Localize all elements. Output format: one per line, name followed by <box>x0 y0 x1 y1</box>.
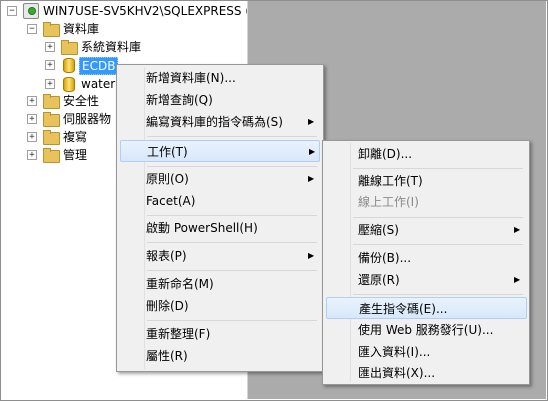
menu-item-label: 離線工作(T) <box>358 174 423 188</box>
menu-separator <box>353 168 523 169</box>
menu-item-policies[interactable]: 原則(O) ▶ <box>120 168 318 190</box>
menu-item-script-database-as[interactable]: 編寫資料庫的指令碼為(S) ▶ <box>120 111 318 133</box>
databases-label: 資料庫 <box>63 22 100 36</box>
tasks-submenu: 卸離(D)... 離線工作(T) 線上工作(I) 壓縮(S) ▶ 備份(B)..… <box>322 140 530 385</box>
management-label: 管理 <box>63 148 88 162</box>
menu-item-tasks[interactable]: 工作(T) ▶ <box>120 140 320 162</box>
menu-item-label: Facet(A) <box>146 194 196 208</box>
submenu-item-take-offline[interactable]: 離線工作(T) <box>326 170 524 192</box>
expand-toggle[interactable]: + <box>45 42 55 52</box>
menu-item-label: 線上工作(I) <box>358 195 419 209</box>
menu-separator <box>147 242 317 243</box>
menu-item-label: 工作(T) <box>147 145 188 159</box>
menu-item-facets[interactable]: Facet(A) <box>120 190 318 212</box>
server-icon <box>23 3 39 19</box>
submenu-item-bring-online[interactable]: 線上工作(I) <box>326 191 524 213</box>
submenu-arrow-icon: ▶ <box>308 117 315 126</box>
submenu-arrow-icon: ▶ <box>308 251 315 260</box>
context-menu: 新增資料庫(N)... 新增查詢(Q) 編寫資料庫的指令碼為(S) ▶ 工作(T… <box>116 64 324 372</box>
menu-item-label: 還原(R) <box>358 273 400 287</box>
submenu-arrow-icon: ▶ <box>308 174 315 183</box>
menu-item-label: 啟動 PowerShell(H) <box>146 221 258 235</box>
menu-item-label: 報表(P) <box>146 249 187 263</box>
server-label: WIN7USE-SV5KHV2\SQLEXPRESS (S <box>43 4 248 18</box>
menu-separator <box>353 294 523 295</box>
folder-icon <box>43 148 60 163</box>
menu-item-delete[interactable]: 刪除(D) <box>120 295 318 317</box>
expand-toggle[interactable]: + <box>45 60 55 70</box>
expand-toggle[interactable]: + <box>27 132 37 142</box>
menu-separator <box>353 244 523 245</box>
tree-node-server[interactable]: − WIN7USE-SV5KHV2\SQLEXPRESS (S <box>7 2 248 20</box>
folder-icon <box>61 40 78 55</box>
expand-toggle[interactable]: + <box>27 96 37 106</box>
tree-node-databases[interactable]: − 資料庫 <box>27 20 227 38</box>
menu-item-rename[interactable]: 重新命名(M) <box>120 273 318 295</box>
menu-item-label: 原則(O) <box>146 172 189 186</box>
expand-toggle[interactable]: + <box>27 114 37 124</box>
menu-item-label: 編寫資料庫的指令碼為(S) <box>146 115 283 129</box>
submenu-arrow-icon: ▶ <box>309 147 316 156</box>
menu-item-label: 新增資料庫(N)... <box>146 71 236 85</box>
folder-icon <box>43 94 60 109</box>
database-icon <box>63 77 75 92</box>
folder-icon <box>43 112 60 127</box>
expand-toggle[interactable]: + <box>27 150 37 160</box>
menu-item-label: 產生指令碼(E)... <box>359 302 448 316</box>
menu-item-properties[interactable]: 屬性(R) <box>120 345 318 367</box>
submenu-arrow-icon: ▶ <box>514 275 521 284</box>
menu-item-label: 匯入資料(I)... <box>358 345 431 359</box>
folder-icon <box>43 22 60 37</box>
tree-node-system-databases[interactable]: + 系統資料庫 <box>45 38 245 56</box>
submenu-item-publish-web-service[interactable]: 使用 Web 服務發行(U)... <box>326 319 524 341</box>
menu-separator <box>147 270 317 271</box>
submenu-arrow-icon: ▶ <box>514 225 521 234</box>
menu-item-new-database[interactable]: 新增資料庫(N)... <box>120 67 318 89</box>
menu-item-label: 刪除(D) <box>146 299 189 313</box>
menu-item-label: 重新命名(M) <box>146 277 214 291</box>
menu-separator <box>147 320 317 321</box>
submenu-item-import-data[interactable]: 匯入資料(I)... <box>326 341 524 363</box>
submenu-item-export-data[interactable]: 匯出資料(X)... <box>326 362 524 384</box>
server-objects-label: 伺服器物 <box>63 112 112 126</box>
submenu-item-restore[interactable]: 還原(R) ▶ <box>326 269 524 291</box>
folder-icon <box>43 130 60 145</box>
menu-item-refresh[interactable]: 重新整理(F) <box>120 323 318 345</box>
ecdb-label: ECDB <box>79 57 119 75</box>
menu-item-label: 屬性(R) <box>146 349 188 363</box>
water-label: water <box>81 77 116 91</box>
menu-item-new-query[interactable]: 新增查詢(Q) <box>120 89 318 111</box>
menu-item-label: 使用 Web 服務發行(U)... <box>358 323 494 337</box>
security-label: 安全性 <box>63 94 100 108</box>
collapse-toggle[interactable]: − <box>27 24 37 34</box>
menu-item-label: 壓縮(S) <box>358 223 399 237</box>
submenu-item-generate-scripts[interactable]: 產生指令碼(E)... <box>326 297 527 319</box>
submenu-item-detach[interactable]: 卸離(D)... <box>326 143 524 165</box>
submenu-item-shrink[interactable]: 壓縮(S) ▶ <box>326 219 524 241</box>
system-databases-label: 系統資料庫 <box>81 40 142 54</box>
menu-item-start-powershell[interactable]: 啟動 PowerShell(H) <box>120 217 318 239</box>
menu-separator <box>353 217 523 218</box>
expand-toggle[interactable]: + <box>45 79 55 89</box>
menu-item-label: 卸離(D)... <box>358 147 413 161</box>
menu-separator <box>147 136 317 137</box>
replication-label: 複寫 <box>63 130 88 144</box>
menu-separator <box>147 166 317 167</box>
menu-item-label: 重新整理(F) <box>146 327 211 341</box>
menu-item-label: 備份(B)... <box>358 251 412 265</box>
menu-separator <box>147 215 317 216</box>
menu-item-label: 匯出資料(X)... <box>358 366 436 380</box>
collapse-toggle[interactable]: − <box>7 6 17 16</box>
submenu-item-backup[interactable]: 備份(B)... <box>326 247 524 269</box>
database-icon <box>63 58 75 73</box>
menu-item-reports[interactable]: 報表(P) ▶ <box>120 245 318 267</box>
menu-item-label: 新增查詢(Q) <box>146 93 213 107</box>
